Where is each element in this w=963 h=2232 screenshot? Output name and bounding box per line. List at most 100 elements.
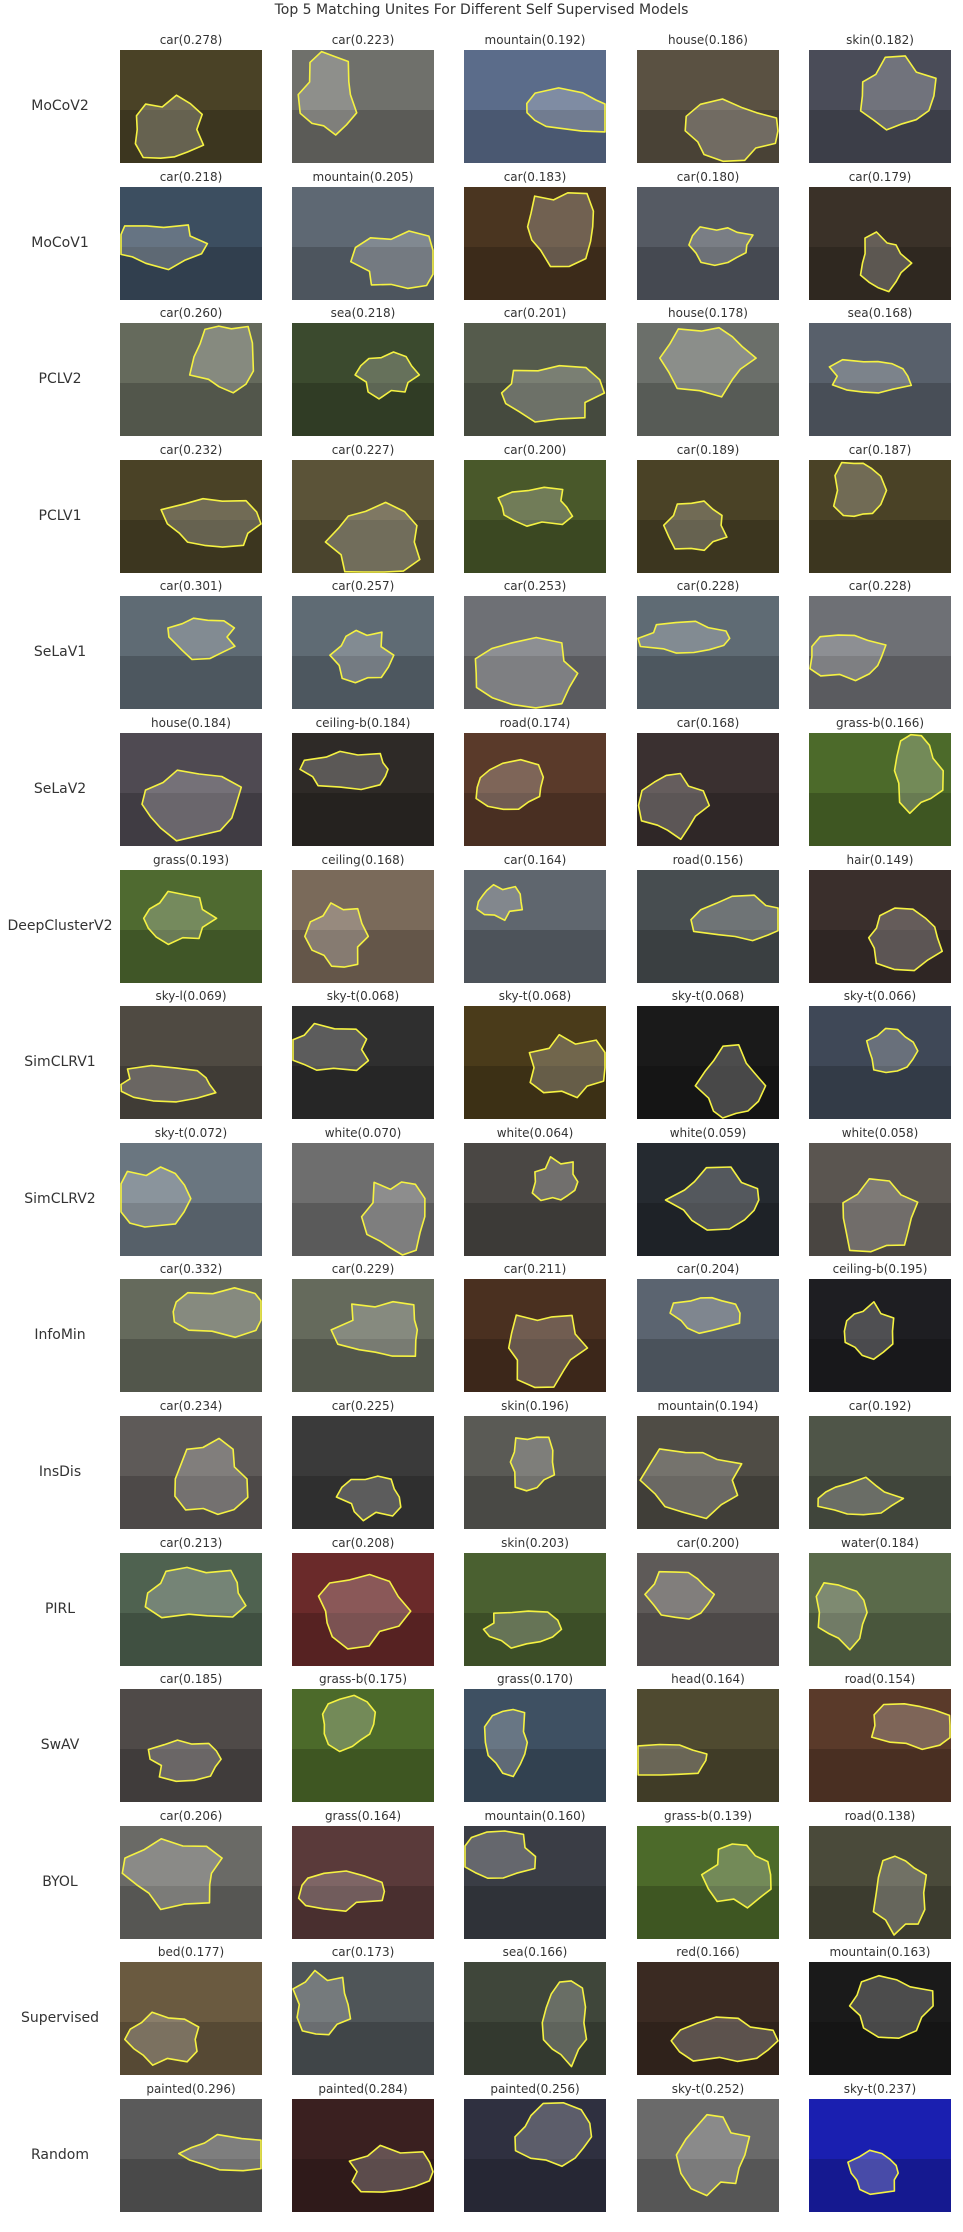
unit-thumbnail xyxy=(464,323,606,436)
unit-thumbnail xyxy=(464,2099,606,2212)
unit-label: sea(0.166) xyxy=(502,1945,568,1959)
unit-thumbnail xyxy=(464,1006,606,1119)
unit-label: car(0.180) xyxy=(676,170,740,184)
unit-label: grass-b(0.166) xyxy=(835,716,925,730)
unit-label: water(0.184) xyxy=(841,1536,919,1550)
model-label: DeepClusterV2 xyxy=(7,917,113,934)
unit-label: sea(0.218) xyxy=(330,306,396,320)
unit-thumbnail xyxy=(292,733,434,846)
model-label: SimCLRV1 xyxy=(24,1053,96,1070)
unit-label: white(0.058) xyxy=(841,1126,919,1140)
unit-thumbnail xyxy=(637,1416,779,1529)
model-label: Supervised xyxy=(21,2009,99,2026)
unit-label: hair(0.149) xyxy=(846,853,914,867)
unit-label: car(0.211) xyxy=(503,1262,567,1276)
model-label: MoCoV1 xyxy=(31,234,89,251)
model-label: PCLV2 xyxy=(38,370,82,387)
unit-thumbnail xyxy=(464,187,606,300)
thumbnail-shade xyxy=(292,1066,434,1119)
unit-thumbnail xyxy=(120,1553,262,1666)
unit-thumbnail xyxy=(292,1826,434,1939)
unit-thumbnail xyxy=(809,1826,951,1939)
unit-label: mountain(0.192) xyxy=(484,33,586,47)
unit-thumbnail xyxy=(637,2099,779,2212)
unit-thumbnail xyxy=(120,1826,262,1939)
unit-label: car(0.200) xyxy=(503,443,567,457)
unit-label: car(0.229) xyxy=(331,1262,395,1276)
thumbnail-shade xyxy=(464,2159,606,2212)
unit-thumbnail xyxy=(464,1553,606,1666)
unit-label: white(0.064) xyxy=(496,1126,574,1140)
unit-label: car(0.204) xyxy=(676,1262,740,1276)
unit-label: skin(0.196) xyxy=(501,1399,569,1413)
thumbnail-shade xyxy=(120,383,262,436)
unit-label: car(0.185) xyxy=(159,1672,223,1686)
model-label: InfoMin xyxy=(34,1326,86,1343)
unit-label: car(0.225) xyxy=(331,1399,395,1413)
unit-thumbnail xyxy=(292,1279,434,1392)
model-label: SeLaV1 xyxy=(33,643,87,660)
unit-thumbnail xyxy=(292,596,434,709)
unit-thumbnail xyxy=(809,323,951,436)
unit-label: grass-b(0.175) xyxy=(318,1672,408,1686)
thumbnail-shade xyxy=(809,793,951,846)
thumbnail-shade xyxy=(809,1749,951,1802)
unit-thumbnail xyxy=(809,187,951,300)
unit-label: grass(0.170) xyxy=(496,1672,574,1686)
unit-label: road(0.138) xyxy=(844,1809,916,1823)
unit-thumbnail xyxy=(464,733,606,846)
unit-thumbnail xyxy=(292,1962,434,2075)
unit-label: car(0.260) xyxy=(159,306,223,320)
unit-label: sky-t(0.252) xyxy=(671,2082,745,2096)
unit-label: sky-l(0.069) xyxy=(155,989,227,1003)
unit-label: car(0.201) xyxy=(503,306,567,320)
unit-thumbnail xyxy=(637,187,779,300)
model-label: SeLaV2 xyxy=(33,780,87,797)
unit-thumbnail xyxy=(292,50,434,163)
unit-thumbnail xyxy=(809,1962,951,2075)
unit-thumbnail xyxy=(464,50,606,163)
model-label: PCLV1 xyxy=(38,507,82,524)
unit-label: white(0.070) xyxy=(324,1126,402,1140)
unit-thumbnail xyxy=(120,1143,262,1256)
unit-label: car(0.179) xyxy=(848,170,912,184)
thumbnail-shade xyxy=(464,930,606,983)
unit-label: mountain(0.163) xyxy=(829,1945,931,1959)
unit-thumbnail xyxy=(120,1962,262,2075)
unit-thumbnail xyxy=(464,1826,606,1939)
unit-label: car(0.187) xyxy=(848,443,912,457)
unit-thumbnail xyxy=(292,1006,434,1119)
unit-thumbnail xyxy=(292,1689,434,1802)
unit-thumbnail xyxy=(809,733,951,846)
unit-label: bed(0.177) xyxy=(157,1945,225,1959)
unit-label: skin(0.203) xyxy=(501,1536,569,1550)
thumbnail-shade xyxy=(120,656,262,709)
unit-label: road(0.154) xyxy=(844,1672,916,1686)
unit-label: painted(0.284) xyxy=(318,2082,408,2096)
unit-label: sky-t(0.072) xyxy=(154,1126,228,1140)
model-label: MoCoV2 xyxy=(31,97,89,114)
unit-thumbnail xyxy=(637,870,779,983)
thumbnail-shade xyxy=(120,1339,262,1392)
model-label: SwAV xyxy=(40,1736,80,1753)
unit-label: painted(0.296) xyxy=(146,2082,236,2096)
unit-label: sky-t(0.068) xyxy=(671,989,745,1003)
unit-label: car(0.223) xyxy=(331,33,395,47)
unit-thumbnail xyxy=(809,1416,951,1529)
unit-label: car(0.301) xyxy=(159,579,223,593)
unit-label: car(0.253) xyxy=(503,579,567,593)
unit-thumbnail xyxy=(292,1143,434,1256)
unit-thumbnail xyxy=(637,50,779,163)
unit-thumbnail xyxy=(637,1553,779,1666)
thumbnail-shade xyxy=(292,1749,434,1802)
model-label: BYOL xyxy=(42,1873,78,1890)
unit-label: house(0.186) xyxy=(668,33,748,47)
unit-thumbnail xyxy=(464,1143,606,1256)
unit-thumbnail xyxy=(809,1143,951,1256)
unit-thumbnail xyxy=(809,870,951,983)
unit-thumbnail xyxy=(120,596,262,709)
unit-thumbnail xyxy=(120,1416,262,1529)
figure: Top 5 Matching Unites For Different Self… xyxy=(0,0,963,2232)
unit-label: car(0.332) xyxy=(159,1262,223,1276)
unit-label: grass(0.164) xyxy=(324,1809,402,1823)
